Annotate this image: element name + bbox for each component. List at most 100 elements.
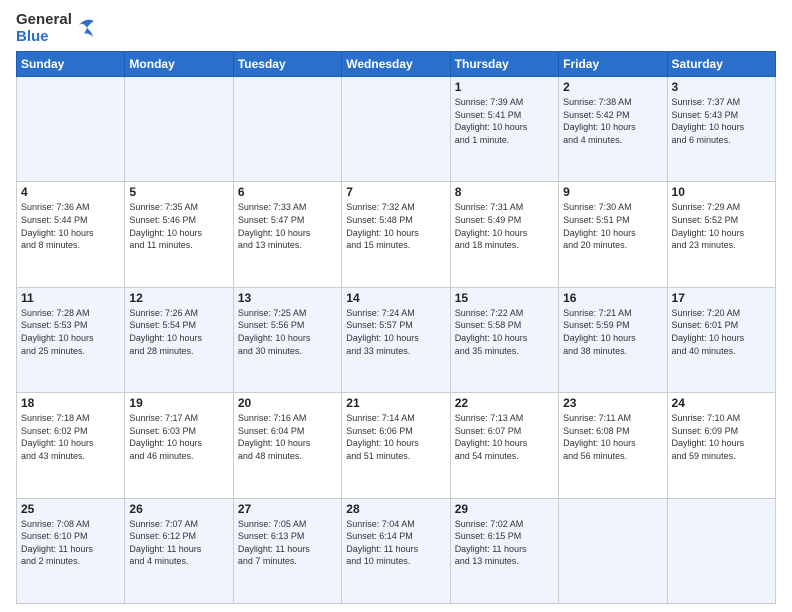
day-number: 11 (21, 291, 120, 305)
calendar-cell: 11Sunrise: 7:28 AM Sunset: 5:53 PM Dayli… (17, 287, 125, 392)
day-number: 26 (129, 502, 228, 516)
day-number: 4 (21, 185, 120, 199)
calendar-cell: 22 Sunrise: 7:13 AM Sunset: 6:07 PM Dayli… (450, 393, 558, 498)
day-info: Sunrise: 7:30 AM Sunset: 5:51 PM Dayligh… (563, 201, 662, 251)
calendar-cell: 15 Sunrise: 7:22 AM Sunset: 5:58 PM Dayli… (450, 287, 558, 392)
calendar-cell (559, 498, 667, 603)
calendar-cell: 17 Sunrise: 7:20 AM Sunset: 6:01 PM Dayli… (667, 287, 775, 392)
calendar-cell: 12Sunrise: 7:26 AM Sunset: 5:54 PM Dayli… (125, 287, 233, 392)
calendar-cell: 21 Sunrise: 7:14 AM Sunset: 6:06 PM Dayli… (342, 393, 450, 498)
header-saturday: Saturday (667, 52, 775, 77)
day-info: Sunrise: 7:10 AM Sunset: 6:09 PM Dayligh… (672, 412, 771, 462)
day-info: Sunrise: 7:22 AM Sunset: 5:58 PM Dayligh… (455, 307, 554, 357)
logo-general-text: General (16, 12, 72, 29)
day-info: Sunrise: 7:17 AM Sunset: 6:03 PM Dayligh… (129, 412, 228, 462)
calendar-cell: 10Sunrise: 7:29 AM Sunset: 5:52 PM Dayli… (667, 182, 775, 287)
day-number: 3 (672, 80, 771, 94)
day-info: Sunrise: 7:38 AM Sunset: 5:42 PM Dayligh… (563, 96, 662, 146)
day-info: Sunrise: 7:21 AM Sunset: 5:59 PM Dayligh… (563, 307, 662, 357)
day-number: 27 (238, 502, 337, 516)
header-tuesday: Tuesday (233, 52, 341, 77)
day-number: 24 (672, 396, 771, 410)
day-number: 17 (672, 291, 771, 305)
calendar-cell: 26Sunrise: 7:07 AM Sunset: 6:12 PM Dayli… (125, 498, 233, 603)
day-info: Sunrise: 7:26 AM Sunset: 5:54 PM Dayligh… (129, 307, 228, 357)
calendar-cell: 18 Sunrise: 7:18 AM Sunset: 6:02 PM Dayli… (17, 393, 125, 498)
day-number: 8 (455, 185, 554, 199)
logo-bird-icon (75, 15, 97, 43)
header: General Blue (16, 12, 776, 45)
calendar-cell: 1 Sunrise: 7:39 AM Sunset: 5:41 PM Daylig… (450, 77, 558, 182)
header-friday: Friday (559, 52, 667, 77)
day-number: 20 (238, 396, 337, 410)
calendar-cell: 6 Sunrise: 7:33 AM Sunset: 5:47 PM Daylig… (233, 182, 341, 287)
day-info: Sunrise: 7:02 AM Sunset: 6:15 PM Dayligh… (455, 518, 554, 568)
day-info: Sunrise: 7:08 AM Sunset: 6:10 PM Dayligh… (21, 518, 120, 568)
calendar-cell: 16 Sunrise: 7:21 AM Sunset: 5:59 PM Dayli… (559, 287, 667, 392)
header-sunday: Sunday (17, 52, 125, 77)
day-info: Sunrise: 7:20 AM Sunset: 6:01 PM Dayligh… (672, 307, 771, 357)
day-number: 7 (346, 185, 445, 199)
logo: General Blue (16, 12, 97, 45)
day-info: Sunrise: 7:39 AM Sunset: 5:41 PM Dayligh… (455, 96, 554, 146)
header-monday: Monday (125, 52, 233, 77)
day-info: Sunrise: 7:37 AM Sunset: 5:43 PM Dayligh… (672, 96, 771, 146)
day-number: 22 (455, 396, 554, 410)
week-row-5: 25 Sunrise: 7:08 AM Sunset: 6:10 PM Dayli… (17, 498, 776, 603)
day-number: 9 (563, 185, 662, 199)
calendar-cell: 25 Sunrise: 7:08 AM Sunset: 6:10 PM Dayli… (17, 498, 125, 603)
logo-blue-text: Blue (16, 29, 72, 46)
week-row-1: 1 Sunrise: 7:39 AM Sunset: 5:41 PM Daylig… (17, 77, 776, 182)
header-wednesday: Wednesday (342, 52, 450, 77)
day-info: Sunrise: 7:25 AM Sunset: 5:56 PM Dayligh… (238, 307, 337, 357)
day-number: 18 (21, 396, 120, 410)
calendar-cell: 27Sunrise: 7:05 AM Sunset: 6:13 PM Dayli… (233, 498, 341, 603)
day-number: 21 (346, 396, 445, 410)
calendar-cell (233, 77, 341, 182)
calendar-cell: 23Sunrise: 7:11 AM Sunset: 6:08 PM Dayli… (559, 393, 667, 498)
day-info: Sunrise: 7:04 AM Sunset: 6:14 PM Dayligh… (346, 518, 445, 568)
calendar-cell: 8 Sunrise: 7:31 AM Sunset: 5:49 PM Daylig… (450, 182, 558, 287)
day-number: 23 (563, 396, 662, 410)
day-info: Sunrise: 7:16 AM Sunset: 6:04 PM Dayligh… (238, 412, 337, 462)
calendar-cell: 28 Sunrise: 7:04 AM Sunset: 6:14 PM Dayli… (342, 498, 450, 603)
day-number: 25 (21, 502, 120, 516)
day-number: 1 (455, 80, 554, 94)
day-number: 13 (238, 291, 337, 305)
calendar-cell (125, 77, 233, 182)
header-thursday: Thursday (450, 52, 558, 77)
calendar-cell: 13 Sunrise: 7:25 AM Sunset: 5:56 PM Dayli… (233, 287, 341, 392)
calendar-cell: 4 Sunrise: 7:36 AM Sunset: 5:44 PM Daylig… (17, 182, 125, 287)
day-number: 29 (455, 502, 554, 516)
day-number: 5 (129, 185, 228, 199)
day-info: Sunrise: 7:18 AM Sunset: 6:02 PM Dayligh… (21, 412, 120, 462)
day-number: 16 (563, 291, 662, 305)
calendar-cell (667, 498, 775, 603)
day-info: Sunrise: 7:32 AM Sunset: 5:48 PM Dayligh… (346, 201, 445, 251)
day-number: 2 (563, 80, 662, 94)
calendar-cell (342, 77, 450, 182)
day-info: Sunrise: 7:14 AM Sunset: 6:06 PM Dayligh… (346, 412, 445, 462)
calendar-cell: 19 Sunrise: 7:17 AM Sunset: 6:03 PM Dayli… (125, 393, 233, 498)
day-number: 28 (346, 502, 445, 516)
calendar-cell: 14Sunrise: 7:24 AM Sunset: 5:57 PM Dayli… (342, 287, 450, 392)
calendar-cell: 29 Sunrise: 7:02 AM Sunset: 6:15 PM Dayli… (450, 498, 558, 603)
day-info: Sunrise: 7:36 AM Sunset: 5:44 PM Dayligh… (21, 201, 120, 251)
day-info: Sunrise: 7:33 AM Sunset: 5:47 PM Dayligh… (238, 201, 337, 251)
week-row-3: 11Sunrise: 7:28 AM Sunset: 5:53 PM Dayli… (17, 287, 776, 392)
calendar-cell: 9 Sunrise: 7:30 AM Sunset: 5:51 PM Daylig… (559, 182, 667, 287)
day-info: Sunrise: 7:24 AM Sunset: 5:57 PM Dayligh… (346, 307, 445, 357)
day-info: Sunrise: 7:31 AM Sunset: 5:49 PM Dayligh… (455, 201, 554, 251)
calendar-cell: 7 Sunrise: 7:32 AM Sunset: 5:48 PM Daylig… (342, 182, 450, 287)
day-info: Sunrise: 7:13 AM Sunset: 6:07 PM Dayligh… (455, 412, 554, 462)
day-info: Sunrise: 7:35 AM Sunset: 5:46 PM Dayligh… (129, 201, 228, 251)
week-row-4: 18 Sunrise: 7:18 AM Sunset: 6:02 PM Dayli… (17, 393, 776, 498)
calendar-cell (17, 77, 125, 182)
day-number: 6 (238, 185, 337, 199)
day-number: 15 (455, 291, 554, 305)
calendar-cell: 24 Sunrise: 7:10 AM Sunset: 6:09 PM Dayli… (667, 393, 775, 498)
calendar-header-row: SundayMondayTuesdayWednesdayThursdayFrid… (17, 52, 776, 77)
page: General Blue SundayMondayTuesdayWednesda… (0, 0, 792, 612)
day-number: 19 (129, 396, 228, 410)
week-row-2: 4 Sunrise: 7:36 AM Sunset: 5:44 PM Daylig… (17, 182, 776, 287)
